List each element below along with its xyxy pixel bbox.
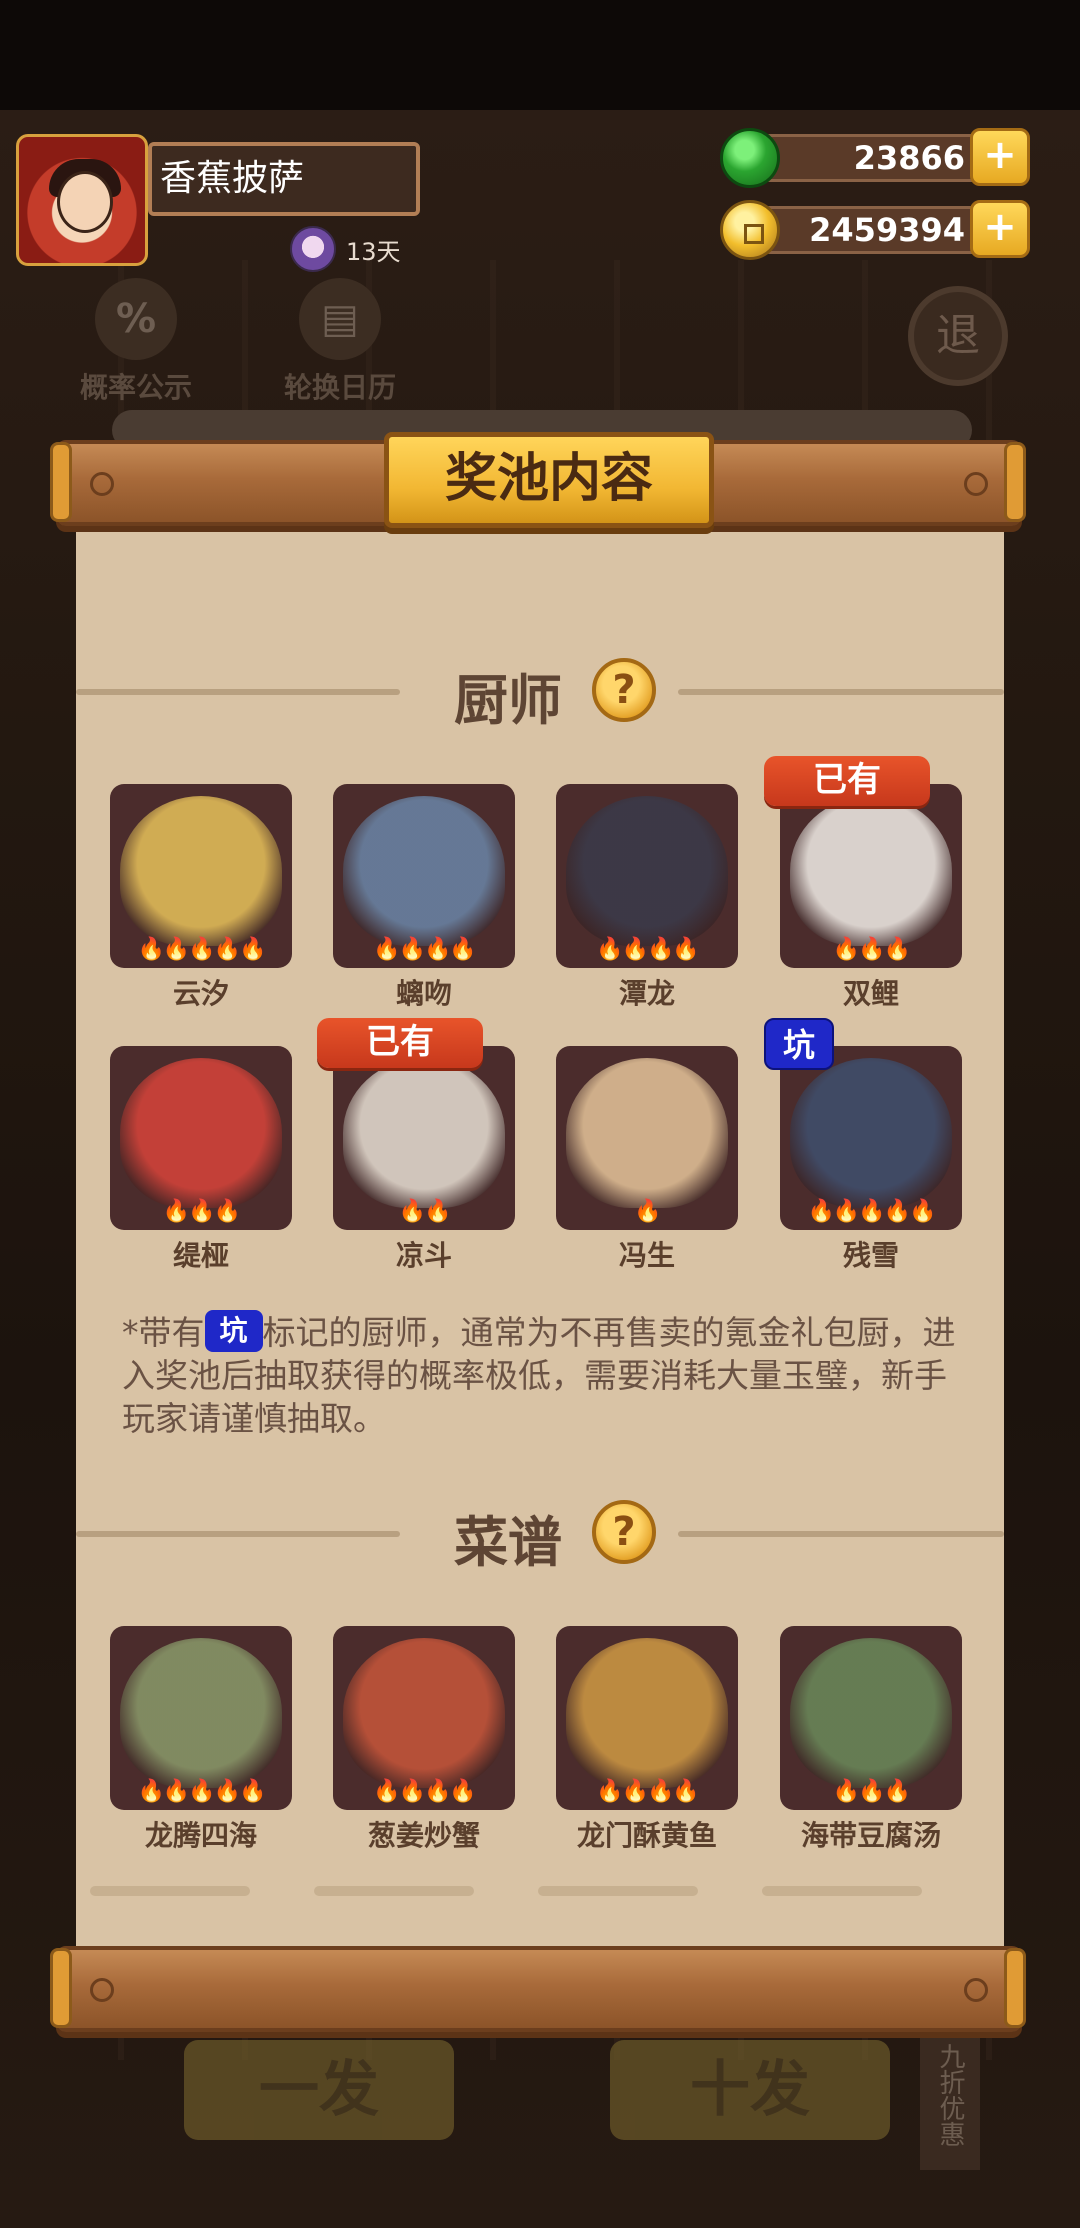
- chef-portrait: [790, 796, 952, 946]
- recipe-card[interactable]: 🔥🔥🔥 海带豆腐汤: [780, 1626, 962, 1852]
- rarity-flames: 🔥🔥🔥🔥🔥: [137, 1779, 267, 1804]
- chef-card[interactable]: 🔥🔥🔥🔥 潭龙: [556, 784, 738, 1010]
- chef-card[interactable]: 🔥🔥🔥🔥 螭吻: [333, 784, 515, 1010]
- chef-card[interactable]: 🔥🔥 凉斗 已有: [317, 1018, 515, 1272]
- gold-currency: 2459394 +: [720, 200, 1030, 260]
- recipe-section-header: 菜谱 ?: [76, 1498, 1004, 1574]
- rarity-flames: 🔥🔥🔥🔥🔥: [137, 937, 267, 962]
- calendar-label: 轮换日历: [283, 371, 396, 404]
- recipe-name: 葱姜炒蟹: [367, 1819, 480, 1852]
- dish-image: [120, 1638, 282, 1788]
- gold-amount: 2459394: [760, 206, 990, 254]
- probability-disclosure: % 概率公示: [66, 278, 206, 406]
- single-pull-button: 一发: [184, 2040, 454, 2140]
- chef-help-icon[interactable]: ?: [592, 658, 656, 722]
- scroll-cap-right: [1004, 1948, 1026, 2028]
- chef-card[interactable]: 🔥🔥🔥 缇桠: [110, 1046, 292, 1272]
- rotation-calendar: ▤ 轮换日历: [270, 278, 410, 406]
- days-count: 13天: [346, 237, 401, 266]
- chef-name: 缇桠: [172, 1239, 229, 1272]
- chef-name: 潭龙: [618, 977, 675, 1010]
- owned-badge: 已有: [764, 756, 930, 806]
- percent-icon: %: [95, 278, 177, 360]
- chef-portrait: [120, 1058, 282, 1208]
- divider-left: [76, 1531, 400, 1537]
- days-avatar-icon: [290, 226, 336, 272]
- chef-card[interactable]: 🔥🔥🔥🔥🔥 云汐: [110, 784, 292, 1010]
- chef-name: 双鲤: [842, 977, 899, 1010]
- recipe-card[interactable]: 🔥🔥🔥🔥 葱姜炒蟹: [333, 1626, 515, 1852]
- recipe-section-title: 菜谱: [454, 1511, 562, 1574]
- probability-label: 概率公示: [79, 371, 192, 404]
- rarity-flames: 🔥🔥🔥🔥🔥: [807, 1199, 937, 1224]
- jade-amount: 23866: [760, 134, 990, 182]
- divider-left: [76, 689, 400, 695]
- dish-image: [343, 1638, 505, 1788]
- divider-right: [678, 1531, 1004, 1537]
- rarity-flames: 🔥🔥🔥🔥: [373, 937, 477, 962]
- login-days: 13天: [290, 226, 401, 272]
- calendar-icon: ▤: [299, 278, 381, 360]
- next-row-stub: [538, 1886, 698, 1896]
- scroll-cap-left: [50, 1948, 72, 2028]
- rarity-flames: 🔥🔥🔥: [832, 1779, 911, 1804]
- chef-portrait: [343, 1058, 505, 1208]
- panel-title: 奖池内容: [384, 432, 714, 528]
- chef-section-title: 厨师: [454, 669, 562, 732]
- exit-button: 退: [908, 286, 1008, 386]
- recipe-name: 海带豆腐汤: [800, 1819, 941, 1852]
- next-row-stub: [314, 1886, 474, 1896]
- pit-note: *带有坑标记的厨师，通常为不再售卖的氪金礼包厨，进入奖池后抽取获得的概率极低，需…: [122, 1310, 972, 1440]
- rarity-flames: 🔥: [634, 1199, 661, 1224]
- add-gold-button[interactable]: +: [970, 200, 1030, 258]
- pit-badge: 坑: [764, 1018, 834, 1070]
- next-row-stub: [762, 1886, 922, 1896]
- chef-name: 凉斗: [395, 1239, 452, 1272]
- dish-image: [566, 1638, 728, 1788]
- rarity-flames: 🔥🔥🔥: [162, 1199, 241, 1224]
- divider-right: [678, 689, 1004, 695]
- rarity-flames: 🔥🔥🔥🔥: [373, 1779, 477, 1804]
- owned-badge: 已有: [317, 1018, 483, 1068]
- scroll-cap-right: [1004, 442, 1026, 522]
- rarity-flames: 🔥🔥🔥: [832, 937, 911, 962]
- prize-pool-panel: 厨师 ? 🔥🔥🔥🔥🔥 云汐 🔥🔥🔥🔥 螭吻 🔥🔥🔥🔥 潭龙 🔥🔥🔥 双鲤 已有 🔥🔥🔥 缇桠 🔥🔥 凉斗…: [76, 520, 1004, 1950]
- player-avatar[interactable]: [16, 134, 148, 266]
- chef-card[interactable]: 🔥🔥🔥 双鲤 已有: [764, 756, 962, 1010]
- add-jade-button[interactable]: +: [970, 128, 1030, 186]
- next-row-stub: [90, 1886, 250, 1896]
- recipe-card[interactable]: 🔥🔥🔥🔥 龙门酥黄鱼: [556, 1626, 738, 1852]
- gold-coin-icon: [720, 200, 780, 260]
- jade-currency: 23866 +: [720, 128, 1030, 188]
- recipe-name: 龙门酥黄鱼: [576, 1819, 717, 1852]
- chef-portrait: [566, 796, 728, 946]
- avatar-face: [57, 171, 113, 233]
- chef-portrait: [343, 796, 505, 946]
- dish-image: [790, 1638, 952, 1788]
- chef-portrait: [790, 1058, 952, 1208]
- jade-icon: [720, 128, 780, 188]
- player-name: 香蕉披萨: [148, 142, 420, 216]
- chef-portrait: [120, 796, 282, 946]
- discount-label: 九折优惠: [920, 2020, 980, 2170]
- rarity-flames: 🔥🔥: [398, 1199, 452, 1224]
- chef-name: 残雪: [842, 1239, 899, 1272]
- chef-name: 云汐: [172, 977, 229, 1010]
- pit-inline-badge: 坑: [204, 1310, 263, 1352]
- recipe-name: 龙腾四海: [144, 1819, 257, 1852]
- scroll-cap-left: [50, 442, 72, 522]
- chef-name: 螭吻: [395, 977, 452, 1010]
- chef-card[interactable]: 🔥🔥🔥🔥🔥 残雪 坑: [764, 1018, 962, 1272]
- rarity-flames: 🔥🔥🔥🔥: [596, 1779, 700, 1804]
- scroll-bottom-rod: [56, 1946, 1022, 2032]
- chef-card[interactable]: 🔥 冯生: [556, 1046, 738, 1272]
- ten-pull-button: 十发: [610, 2040, 890, 2140]
- chef-portrait: [566, 1058, 728, 1208]
- chef-section-header: 厨师 ?: [76, 656, 1004, 732]
- chef-name: 冯生: [618, 1239, 675, 1272]
- rarity-flames: 🔥🔥🔥🔥: [596, 937, 700, 962]
- note-prefix: *带有: [122, 1313, 205, 1352]
- recipe-card[interactable]: 🔥🔥🔥🔥🔥 龙腾四海: [110, 1626, 292, 1852]
- recipe-help-icon[interactable]: ?: [592, 1500, 656, 1564]
